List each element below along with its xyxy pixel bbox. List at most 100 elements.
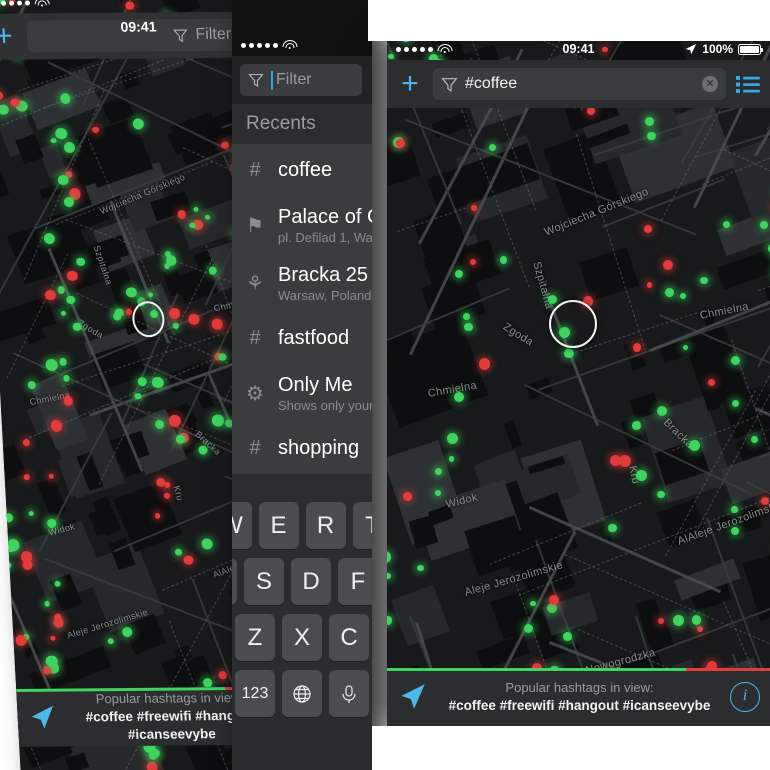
list-bullets-icon[interactable] — [736, 75, 760, 94]
key-w[interactable]: W — [232, 502, 252, 549]
map-pin-green[interactable] — [27, 380, 36, 389]
key-f[interactable]: F — [338, 558, 372, 605]
map-pin-green[interactable] — [464, 322, 473, 332]
map-pin-green[interactable] — [562, 631, 572, 641]
map-pin-green[interactable] — [204, 214, 211, 220]
map-pin-red[interactable] — [154, 512, 161, 519]
map-pin-red[interactable] — [15, 635, 27, 647]
map-pin-green[interactable] — [59, 358, 67, 366]
map-pin-green[interactable] — [211, 414, 225, 427]
map-pin-red[interactable] — [22, 439, 30, 447]
map-pin-red[interactable] — [145, 761, 158, 770]
map-pin-red[interactable] — [218, 671, 227, 679]
map-pin-green[interactable] — [134, 392, 142, 400]
map-pin-green[interactable] — [632, 421, 641, 430]
map-pin-red[interactable] — [23, 474, 30, 480]
map-pin-red[interactable] — [221, 141, 230, 149]
recent-item-shopping[interactable]: # shopping — [232, 422, 372, 474]
map-pin-green[interactable] — [657, 491, 665, 499]
map-pin-red[interactable] — [708, 378, 715, 386]
key-numbers[interactable]: 123 — [235, 670, 275, 717]
map-pin-green[interactable] — [759, 220, 769, 230]
map-pin-green[interactable] — [731, 506, 738, 513]
map-pin-red[interactable] — [92, 126, 99, 134]
map-pin-green[interactable] — [7, 539, 20, 552]
key-e[interactable]: E — [258, 502, 299, 549]
map-pin-green[interactable] — [125, 287, 137, 298]
map-pin-green[interactable] — [665, 287, 675, 297]
map-pin-green[interactable] — [164, 263, 170, 269]
key-r[interactable]: R — [305, 502, 346, 549]
map-view-left[interactable]: Wojciecha Górskiego Szpitalna Zgoda Chmieln… — [0, 0, 235, 770]
map-pin-red[interactable] — [632, 343, 641, 352]
map-pin-green[interactable] — [547, 294, 557, 304]
recent-item-coffee[interactable]: # coffee — [232, 144, 372, 196]
map-pin-green[interactable] — [72, 322, 82, 332]
key-z[interactable]: Z — [235, 614, 275, 661]
navigation-arrow-icon[interactable] — [397, 681, 429, 713]
map-pin-green[interactable] — [202, 678, 213, 688]
map-pin-green[interactable] — [172, 323, 179, 329]
map-pin-red[interactable] — [646, 281, 653, 288]
map-pin-red[interactable] — [643, 225, 652, 234]
map-pin-green[interactable] — [137, 376, 147, 387]
map-pin-red[interactable] — [697, 626, 703, 632]
map-pin-green[interactable] — [147, 292, 154, 298]
map-pin-green[interactable] — [656, 405, 668, 417]
map-pin-green[interactable] — [730, 527, 739, 536]
map-pin-red[interactable] — [163, 492, 170, 499]
map-pin-green[interactable] — [636, 470, 647, 481]
map-pin-green[interactable] — [112, 311, 122, 321]
map-pin-red[interactable] — [164, 481, 171, 488]
map-pin-green[interactable] — [488, 143, 496, 151]
map-pin-green[interactable] — [644, 116, 655, 127]
map-pin-red[interactable] — [53, 617, 64, 628]
map-pin-red[interactable] — [609, 454, 621, 466]
map-pin-green[interactable] — [55, 127, 68, 139]
map-pin-red[interactable] — [168, 307, 181, 319]
map-pin-green[interactable] — [647, 131, 656, 141]
map-pin-green[interactable] — [44, 600, 51, 607]
map-pin-red[interactable] — [663, 259, 674, 270]
map-pin-green[interactable] — [151, 376, 164, 389]
key-d[interactable]: D — [291, 558, 331, 605]
map-pin-green[interactable] — [57, 174, 69, 186]
map-pin-green[interactable] — [66, 295, 76, 305]
hashtag-search-field[interactable]: #coffee ✕ — [433, 68, 726, 100]
map-pin-red[interactable] — [402, 491, 412, 501]
map-pin-red[interactable] — [188, 313, 200, 325]
map-pin-green[interactable] — [76, 257, 86, 266]
recent-item-palace-of-culture[interactable]: ⚑ Palace of Culture pl. Defilad 1, Warsaw — [232, 196, 372, 254]
info-circle-icon[interactable]: i — [730, 682, 760, 712]
clear-icon[interactable]: ✕ — [702, 76, 718, 92]
navigation-arrow-icon[interactable] — [27, 703, 59, 733]
map-pin-green[interactable] — [189, 222, 196, 228]
map-pin-red[interactable] — [125, 308, 133, 315]
map-pin-red[interactable] — [48, 473, 54, 479]
map-pin-green[interactable] — [48, 521, 56, 529]
map-pin-green[interactable] — [4, 561, 12, 569]
map-pin-red[interactable] — [21, 559, 33, 570]
map-pin-green[interactable] — [731, 355, 740, 365]
map-pin-red[interactable] — [50, 419, 63, 432]
map-pin-green[interactable] — [43, 232, 56, 245]
map-pin-green[interactable] — [3, 513, 13, 523]
onscreen-keyboard[interactable]: QWERTY ASDFG ZXCV 123 — [232, 492, 372, 770]
map-pin-red[interactable] — [471, 205, 478, 211]
map-pin-green[interactable] — [672, 615, 684, 626]
map-pin-red[interactable] — [10, 98, 20, 107]
filter-search-field-middle[interactable]: Filter — [240, 64, 362, 96]
map-pin-green[interactable] — [174, 548, 182, 556]
key-a[interactable]: A — [232, 558, 237, 605]
add-button[interactable]: + — [0, 20, 18, 53]
recent-item-bracka-25[interactable]: ⚘ Bracka 25 Warsaw, Poland — [232, 254, 372, 312]
map-view-right[interactable]: Wojciecha Górskiego Szpitalna Zgoda Chmieln… — [387, 38, 770, 726]
add-button[interactable]: + — [397, 69, 423, 99]
map-pin-red[interactable] — [215, 322, 223, 330]
recent-item-only-me[interactable]: ⚙ Only Me Shows only your pins — [232, 364, 372, 422]
globe-icon[interactable] — [282, 670, 322, 717]
recent-item-fastfood[interactable]: # fastfood — [232, 312, 372, 364]
map-pin-green[interactable] — [175, 434, 185, 444]
map-pin-red[interactable] — [168, 414, 182, 427]
map-pin-green[interactable] — [463, 313, 470, 320]
